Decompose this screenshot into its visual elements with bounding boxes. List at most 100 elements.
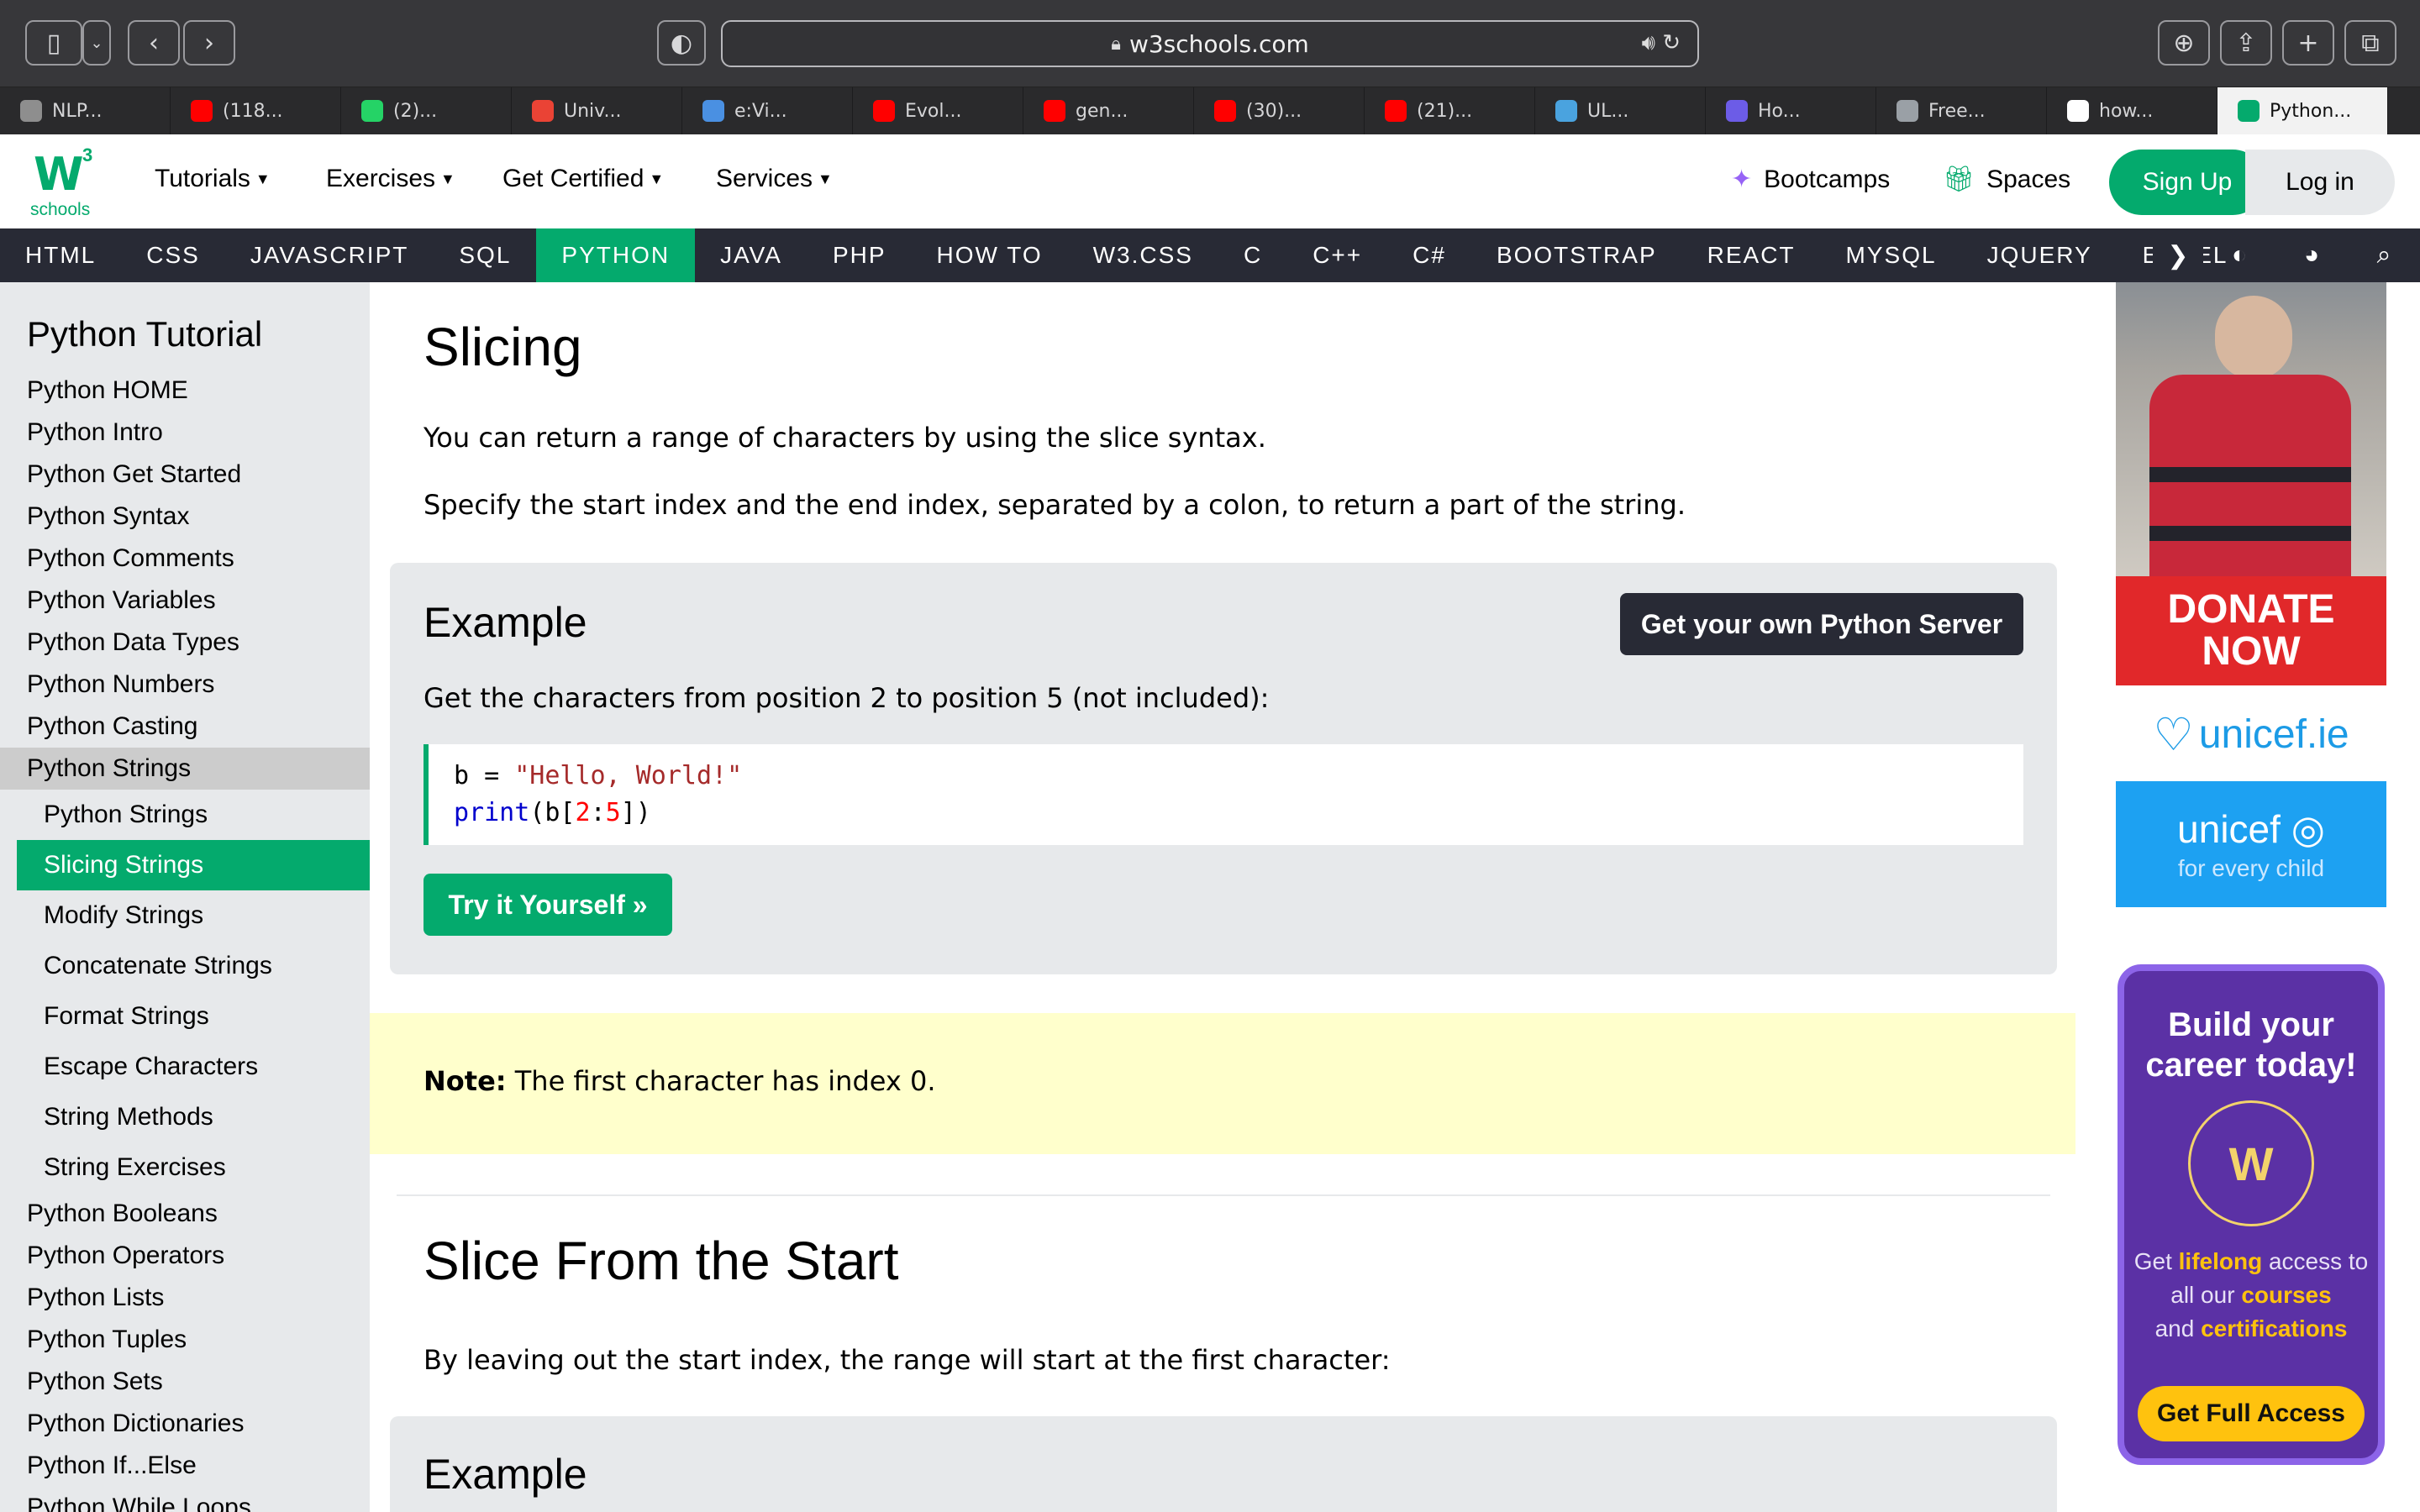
browser-tab[interactable]: gen... — [1023, 87, 1194, 134]
sidebar-item-python-intro[interactable]: Python Intro — [0, 412, 370, 454]
sidebar-item-python-tuples[interactable]: Python Tuples — [0, 1319, 370, 1361]
spaces-link[interactable]: 🎁︎ Spaces — [1943, 165, 2070, 194]
ad-column: DONATE NOW ♡ unicef.ie unicef ◎ for every … — [2075, 282, 2420, 1512]
chevron-down-icon[interactable]: ⌄ — [82, 20, 111, 66]
browser-tab[interactable]: Python... — [2217, 87, 2388, 134]
sidebar-item-python-strings[interactable]: Python Strings — [17, 790, 370, 840]
topic-react[interactable]: REACT — [1682, 228, 1821, 282]
sidebar-item-python-if-else[interactable]: Python If...Else — [0, 1445, 370, 1487]
unicef-globe-icon: ◎ — [2291, 807, 2325, 851]
unicef-ie-logo[interactable]: ♡ unicef.ie — [2116, 701, 2386, 768]
browser-tab[interactable]: (2)... — [341, 87, 512, 134]
topic-c[interactable]: C — [1218, 228, 1287, 282]
topic-css[interactable]: CSS — [121, 228, 225, 282]
sidebar-item-string-methods[interactable]: String Methods — [17, 1092, 370, 1142]
unicef-donate-ad[interactable]: DONATE NOW — [2116, 282, 2386, 685]
bootcamps-link[interactable]: ✦ Bootcamps — [1731, 165, 1890, 194]
tab-overview-icon[interactable]: ⧉ — [2344, 20, 2396, 66]
privacy-shield-icon[interactable]: ◐ — [657, 20, 706, 66]
sidebar-item-python-home[interactable]: Python HOME — [0, 370, 370, 412]
back-icon[interactable]: ‹ — [128, 20, 180, 66]
topic-java[interactable]: JAVA — [695, 228, 808, 282]
new-tab-icon[interactable]: + — [2282, 20, 2334, 66]
browser-tab[interactable]: (118... — [171, 87, 341, 134]
sidebar-item-modify-strings[interactable]: Modify Strings — [17, 890, 370, 941]
browser-tab[interactable]: Free... — [1876, 87, 2047, 134]
topic-bootstrap[interactable]: BOOTSTRAP — [1471, 228, 1682, 282]
sidebar-item-python-while-loops[interactable]: Python While Loops — [0, 1487, 370, 1512]
browser-tab[interactable]: (21)... — [1365, 87, 1535, 134]
browser-tab[interactable]: Evol... — [853, 87, 1023, 134]
try-it-yourself-button[interactable]: Try it Yourself » — [424, 874, 672, 936]
sidebar-item-python-lists[interactable]: Python Lists — [0, 1277, 370, 1319]
browser-tab[interactable]: e:Vi... — [682, 87, 853, 134]
browser-tab[interactable]: Ho... — [1706, 87, 1876, 134]
nav-services[interactable]: Services ▼ — [716, 165, 833, 193]
contrast-icon[interactable]: ◐ — [2203, 228, 2275, 282]
sidebar-item-python-sets[interactable]: Python Sets — [0, 1361, 370, 1403]
topic-c-[interactable]: C++ — [1287, 228, 1387, 282]
search-icon[interactable]: ⌕ — [2348, 228, 2420, 282]
sidebar-item-python-operators[interactable]: Python Operators — [0, 1235, 370, 1277]
topic-mysql[interactable]: MYSQL — [1821, 228, 1962, 282]
career-highlight: lifelong — [2178, 1248, 2263, 1274]
get-full-access-button[interactable]: Get Full Access — [2138, 1386, 2365, 1441]
hex-icon — [1726, 100, 1748, 122]
sidebar-item-slicing-strings[interactable]: Slicing Strings — [17, 840, 370, 890]
browser-tab[interactable]: (30)... — [1194, 87, 1365, 134]
browser-tab[interactable]: NLP... — [0, 87, 171, 134]
topic-javascript[interactable]: JAVASCRIPT — [225, 228, 434, 282]
sidebar-item-python-strings[interactable]: Python Strings — [0, 748, 370, 790]
browser-tab-title: (2)... — [393, 100, 438, 122]
sparkle-icon: ✦ — [1731, 165, 1753, 193]
sidebar-toggle-icon[interactable]: ▯ — [25, 20, 82, 66]
login-button[interactable]: Log in — [2245, 150, 2395, 215]
reload-icon[interactable]: 🔊︎ ↻ — [1642, 30, 1681, 56]
browser-tab[interactable]: Univ... — [512, 87, 682, 134]
topic-w3-css[interactable]: W3.CSS — [1068, 228, 1218, 282]
sidebar-item-concatenate-strings[interactable]: Concatenate Strings — [17, 941, 370, 991]
career-ad[interactable]: Build your career today! W Get lifelong a… — [2118, 964, 2385, 1465]
get-python-server-button[interactable]: Get your own Python Server — [1620, 593, 2023, 655]
code-token: : — [590, 798, 606, 827]
sidebar-item-python-data-types[interactable]: Python Data Types — [0, 622, 370, 664]
topic-c-[interactable]: C# — [1387, 228, 1471, 282]
w3schools-logo[interactable]: W 3 schools — [29, 144, 113, 220]
example-description: Get the characters from position 2 to po… — [424, 682, 1270, 714]
download-icon[interactable]: ⊕ — [2158, 20, 2210, 66]
donate-now-button[interactable]: DONATE NOW — [2116, 576, 2386, 685]
signup-button[interactable]: Sign Up — [2109, 150, 2265, 215]
topic-php[interactable]: PHP — [808, 228, 912, 282]
browser-tab[interactable]: how... — [2047, 87, 2217, 134]
sidebar-item-python-booleans[interactable]: Python Booleans — [0, 1193, 370, 1235]
gift-icon: 🎁︎ — [1943, 165, 1975, 193]
topic-html[interactable]: HTML — [0, 228, 121, 282]
forward-icon[interactable]: › — [183, 20, 235, 66]
sidebar-item-python-variables[interactable]: Python Variables — [0, 580, 370, 622]
topic-sql[interactable]: SQL — [434, 228, 536, 282]
topic-how-to[interactable]: HOW TO — [912, 228, 1068, 282]
browser-tab[interactable]: UL... — [1535, 87, 1706, 134]
unicef-banner[interactable]: unicef ◎ for every child — [2116, 781, 2386, 907]
sidebar-item-escape-characters[interactable]: Escape Characters — [17, 1042, 370, 1092]
sidebar-item-python-casting[interactable]: Python Casting — [0, 706, 370, 748]
chevron-right-icon[interactable]: ❯ — [2153, 228, 2203, 282]
sidebar-item-format-strings[interactable]: Format Strings — [17, 991, 370, 1042]
nav-tutorials[interactable]: Tutorials ▼ — [155, 165, 271, 193]
address-bar[interactable]: 🔒︎ w3schools.com 🔊︎ ↻ — [721, 20, 1699, 67]
topic-python[interactable]: PYTHON — [536, 228, 696, 282]
youtube-icon — [191, 100, 213, 122]
sidebar-item-python-syntax[interactable]: Python Syntax — [0, 496, 370, 538]
career-text: Get lifelong access to all our courses a… — [2124, 1245, 2378, 1346]
code-block[interactable]: b = "Hello, World!" print(b[2:5]) — [424, 744, 2023, 845]
globe-icon[interactable]: ◕ — [2275, 228, 2348, 282]
sidebar-item-python-dictionaries[interactable]: Python Dictionaries — [0, 1403, 370, 1445]
sidebar-item-python-comments[interactable]: Python Comments — [0, 538, 370, 580]
sidebar-item-python-numbers[interactable]: Python Numbers — [0, 664, 370, 706]
nav-get-certified[interactable]: Get Certified ▼ — [502, 165, 664, 193]
sidebar-item-python-get-started[interactable]: Python Get Started — [0, 454, 370, 496]
nav-exercises[interactable]: Exercises ▼ — [326, 165, 455, 193]
sidebar-item-string-exercises[interactable]: String Exercises — [17, 1142, 370, 1193]
topic-jquery[interactable]: JQUERY — [1962, 228, 2118, 282]
share-icon[interactable]: ⇪ — [2220, 20, 2272, 66]
